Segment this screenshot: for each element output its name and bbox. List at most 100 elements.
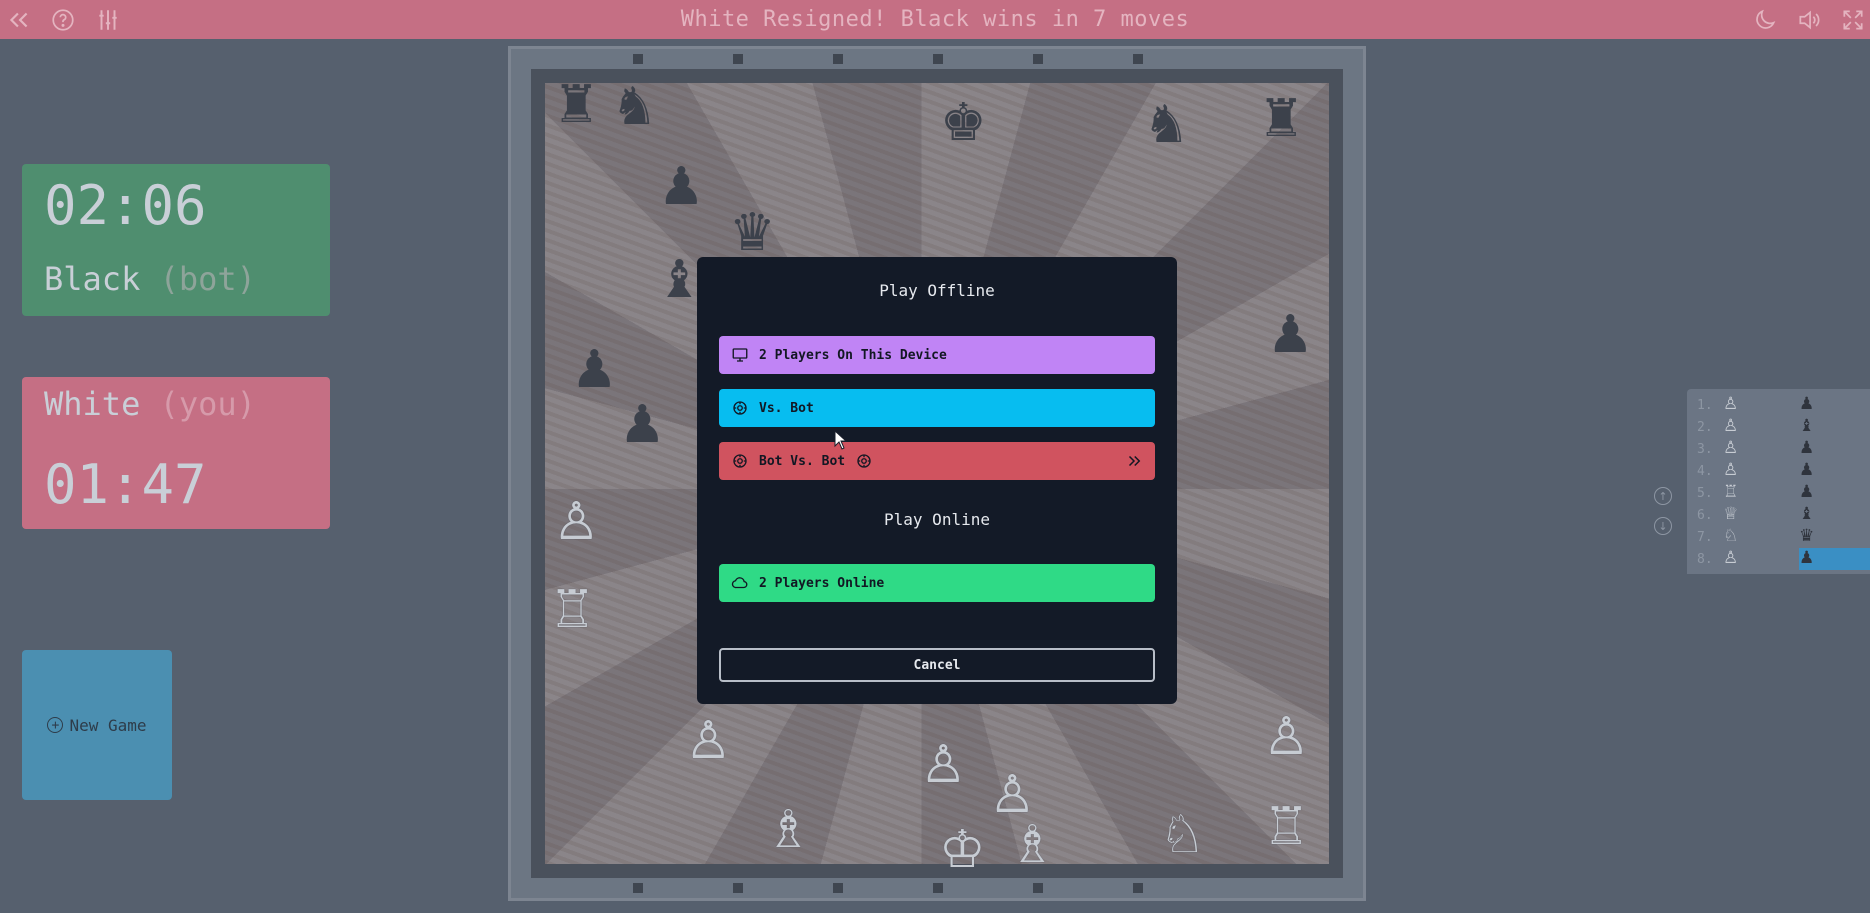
white-rook[interactable]: ♖: [1263, 801, 1310, 853]
volume-icon[interactable]: [1796, 7, 1822, 33]
black-rook[interactable]: ♜: [553, 79, 600, 131]
black-clock-panel: 02:06 Black (bot): [22, 164, 330, 316]
vs-bot-label: Vs. Bot: [759, 400, 814, 416]
chevrons-left-icon[interactable]: [6, 7, 32, 33]
white-clock-time: 01:47: [44, 453, 207, 516]
board-tick: [733, 883, 743, 893]
black-pawn[interactable]: ♟: [1267, 309, 1314, 361]
black-rook[interactable]: ♜: [1258, 93, 1305, 145]
black-move[interactable]: ♟: [1799, 394, 1870, 416]
board-tick: [633, 883, 643, 893]
board-tick: [1033, 54, 1043, 64]
board-tick: [933, 54, 943, 64]
cancel-button[interactable]: Cancel: [719, 648, 1155, 682]
two-players-device-button[interactable]: 2 Players On This Device: [719, 336, 1155, 374]
black-move-active[interactable]: ♟: [1799, 548, 1870, 570]
move-number: 1.: [1697, 398, 1713, 413]
white-knight[interactable]: ♘: [1159, 809, 1206, 861]
cloud-icon: [731, 577, 748, 589]
white-pawn[interactable]: ♙: [920, 739, 967, 791]
white-bishop[interactable]: ♗: [765, 804, 812, 856]
black-player-label: Black (bot): [44, 260, 256, 298]
white-bishop[interactable]: ♗: [1009, 819, 1056, 871]
move-number: 4.: [1697, 464, 1713, 479]
white-pawn[interactable]: ♙: [553, 496, 600, 548]
plus-circle-icon: +: [47, 717, 64, 733]
move-row[interactable]: 4. ♙ ♟: [1687, 460, 1870, 483]
play-mode-dialog: Play Offline 2 Players On This Device Vs…: [697, 257, 1177, 704]
board-tick: [633, 54, 643, 64]
move-number: 7.: [1697, 530, 1713, 545]
white-move[interactable]: ♙: [1723, 416, 1738, 436]
settings-sliders-icon[interactable]: [95, 7, 121, 33]
move-row[interactable]: 8. ♙ ♟: [1687, 548, 1870, 571]
white-rook[interactable]: ♖: [549, 584, 596, 636]
white-move[interactable]: ♙: [1723, 548, 1738, 568]
new-game-button[interactable]: + New Game: [22, 650, 172, 800]
white-player-tag: (you): [159, 385, 256, 423]
move-down-icon[interactable]: ↓: [1654, 517, 1672, 535]
move-up-icon[interactable]: ↑: [1654, 487, 1672, 505]
bot-vs-bot-label: Bot Vs. Bot: [759, 453, 846, 469]
black-player-name: Black: [44, 260, 141, 298]
move-number: 8.: [1697, 552, 1713, 567]
white-move[interactable]: ♖: [1723, 482, 1738, 502]
two-players-online-label: 2 Players Online: [759, 575, 885, 591]
black-move[interactable]: ♛: [1799, 526, 1870, 548]
white-move[interactable]: ♙: [1723, 438, 1738, 458]
black-move[interactable]: ♝: [1799, 416, 1870, 438]
white-move[interactable]: ♕: [1723, 504, 1738, 524]
move-row[interactable]: 3. ♙ ♟: [1687, 438, 1870, 461]
play-offline-title: Play Offline: [879, 281, 995, 300]
board-tick: [1133, 54, 1143, 64]
mouse-cursor-icon: [834, 430, 848, 450]
move-number: 2.: [1697, 420, 1713, 435]
monitor-icon: [732, 348, 748, 362]
vs-bot-button[interactable]: Vs. Bot: [719, 389, 1155, 427]
move-row[interactable]: 7. ♘ ♛: [1687, 526, 1870, 549]
white-king[interactable]: ♔: [939, 824, 986, 876]
bot-vs-bot-button[interactable]: Bot Vs. Bot: [719, 442, 1155, 480]
chevrons-right-icon: [1128, 455, 1141, 467]
black-clock-time: 02:06: [44, 174, 207, 237]
move-number: 5.: [1697, 486, 1713, 501]
white-move[interactable]: ♙: [1723, 394, 1738, 414]
black-queen[interactable]: ♛: [729, 207, 776, 259]
top-bar: White Resigned! Black wins in 7 moves: [0, 0, 1870, 39]
black-move[interactable]: ♟: [1799, 482, 1870, 504]
move-row[interactable]: 2. ♙ ♝: [1687, 416, 1870, 439]
black-bishop[interactable]: ♝: [656, 254, 703, 306]
black-knight[interactable]: ♞: [1143, 99, 1190, 151]
help-icon[interactable]: [50, 7, 76, 33]
black-king[interactable]: ♚: [940, 97, 987, 149]
black-move[interactable]: ♟: [1799, 438, 1870, 460]
move-row[interactable]: 1. ♙ ♟: [1687, 394, 1870, 417]
black-pawn[interactable]: ♟: [571, 344, 618, 396]
fullscreen-icon[interactable]: [1840, 7, 1866, 33]
white-move[interactable]: ♙: [1723, 460, 1738, 480]
white-pawn[interactable]: ♙: [685, 715, 732, 767]
white-player-name: White: [44, 385, 141, 423]
move-row[interactable]: 5. ♖ ♟: [1687, 482, 1870, 505]
black-move[interactable]: ♟: [1799, 460, 1870, 482]
board-tick: [833, 54, 843, 64]
black-knight[interactable]: ♞: [611, 81, 658, 133]
board-tick: [833, 883, 843, 893]
board-tick: [733, 54, 743, 64]
two-players-online-button[interactable]: 2 Players Online: [719, 564, 1155, 602]
black-move[interactable]: ♝: [1799, 504, 1870, 526]
move-list: 1. ♙ ♟ 2. ♙ ♝ 3. ♙ ♟ 4. ♙ ♟ 5. ♖ ♟ 6. ♕ …: [1687, 389, 1870, 574]
black-player-tag: (bot): [159, 260, 256, 298]
black-pawn[interactable]: ♟: [658, 161, 705, 213]
white-pawn[interactable]: ♙: [989, 769, 1036, 821]
move-number: 6.: [1697, 508, 1713, 523]
black-pawn[interactable]: ♟: [619, 399, 666, 451]
two-players-device-label: 2 Players On This Device: [759, 347, 947, 363]
moon-icon[interactable]: [1752, 7, 1778, 33]
bot-gear-icon: [733, 454, 747, 468]
move-row[interactable]: 6. ♕ ♝: [1687, 504, 1870, 527]
white-pawn[interactable]: ♙: [1263, 711, 1310, 763]
white-move[interactable]: ♘: [1723, 526, 1738, 546]
board-tick: [933, 883, 943, 893]
white-clock-panel: White (you) 01:47: [22, 377, 330, 529]
